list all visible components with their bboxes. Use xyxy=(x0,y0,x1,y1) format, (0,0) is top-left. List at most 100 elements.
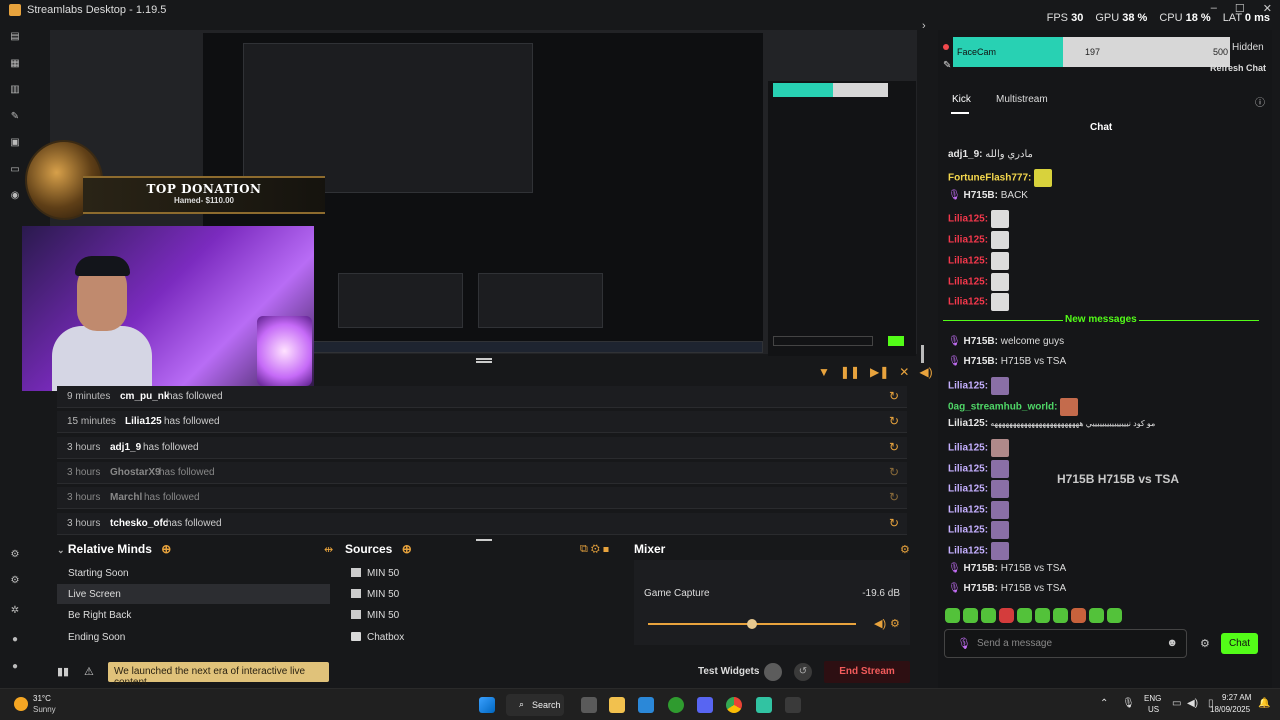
account-icon[interactable]: ● xyxy=(9,635,21,645)
collapse-right-panel-icon[interactable]: › xyxy=(922,20,926,32)
emote-icon[interactable] xyxy=(1053,608,1068,623)
tab-multistream[interactable]: Multistream xyxy=(996,94,1048,105)
region-label[interactable]: US xyxy=(1148,705,1159,714)
emote-icon[interactable] xyxy=(999,608,1014,623)
split-dock-icon[interactable]: ⇹ xyxy=(324,543,333,556)
chat-username[interactable]: H715B: xyxy=(963,356,997,367)
start-icon[interactable] xyxy=(479,697,495,713)
source-item[interactable]: Chatbox xyxy=(345,627,622,647)
channel-settings-icon[interactable]: ⚙ xyxy=(890,617,900,630)
add-scene-icon[interactable]: ⊕ xyxy=(161,542,171,556)
chat-username[interactable]: Lilia125: xyxy=(948,297,988,308)
mixer-settings-icon[interactable]: ⚙ xyxy=(900,543,910,556)
source-item[interactable]: MIN 50 xyxy=(345,563,622,583)
weather-temp[interactable]: 31°C xyxy=(33,694,51,703)
edge-icon[interactable] xyxy=(638,697,654,713)
plugin-icon[interactable]: ⚙ xyxy=(9,576,21,586)
speaker-icon[interactable]: ◀) xyxy=(1187,698,1198,709)
volume-slider-handle[interactable] xyxy=(747,619,757,629)
send-chat-button[interactable]: Chat xyxy=(1221,633,1258,654)
record-button[interactable] xyxy=(764,663,782,681)
xbox-icon[interactable] xyxy=(668,697,684,713)
hidden-toggle[interactable]: Hidden xyxy=(1232,42,1264,53)
repeat-alert-icon[interactable]: ↻ xyxy=(889,516,899,530)
chat-username[interactable]: Lilia125: xyxy=(948,277,988,288)
event-username[interactable]: Lilia125 xyxy=(125,416,162,427)
tray-mic-icon[interactable]: 🎙 xyxy=(1122,698,1135,709)
dashboard-icon[interactable]: ▦ xyxy=(9,59,21,69)
layout-icon[interactable]: ▥ xyxy=(9,85,21,95)
chat-username[interactable]: Lilia125: xyxy=(948,546,988,557)
network-icon[interactable]: ▭ xyxy=(1172,698,1181,709)
streamlabs-icon[interactable] xyxy=(756,697,772,713)
tray-chevron-icon[interactable]: ⌃ xyxy=(1100,698,1108,709)
chat-username[interactable]: Lilia125: xyxy=(948,381,988,392)
editor-icon[interactable]: ▤ xyxy=(9,32,21,42)
tab-kick[interactable]: Kick xyxy=(952,94,971,105)
settings-plugin-icon[interactable]: ⚙ xyxy=(9,550,21,560)
preview-resize-handle[interactable] xyxy=(476,358,492,360)
scene-collection-title[interactable]: Relative Minds xyxy=(68,542,152,556)
source-item[interactable]: MIN 50 xyxy=(345,605,622,625)
events-resize-handle[interactable] xyxy=(476,361,492,363)
chat-username[interactable]: H715B: xyxy=(963,190,997,201)
volume-icon[interactable]: ◀) xyxy=(919,365,932,379)
repeat-alert-icon[interactable]: ↻ xyxy=(889,490,899,504)
mixer-layout-icon[interactable]: ⧉ ⚙ ◼ xyxy=(580,543,609,556)
chat-username[interactable]: Lilia125: xyxy=(948,256,988,267)
weather-sun-icon[interactable] xyxy=(14,697,28,711)
language-label[interactable]: ENG xyxy=(1144,694,1161,703)
chat-username[interactable]: H715B: xyxy=(963,563,997,574)
chat-settings-icon[interactable]: ⚙ xyxy=(1200,637,1210,650)
apps-icon[interactable]: ▭ xyxy=(9,165,21,175)
pause-icon[interactable]: ❚❚ xyxy=(840,365,860,379)
settings-icon[interactable]: ✲ xyxy=(9,606,21,616)
store-icon[interactable]: ▣ xyxy=(9,138,21,148)
emote-icon[interactable] xyxy=(945,608,960,623)
user-icon[interactable]: ● xyxy=(9,662,21,672)
discord-icon[interactable] xyxy=(697,697,713,713)
weather-condition[interactable]: Sunny xyxy=(33,705,56,714)
event-username[interactable]: GhostarX9 xyxy=(110,467,161,478)
repeat-alert-icon[interactable]: ↻ xyxy=(889,465,899,479)
add-source-icon[interactable]: ⊕ xyxy=(402,542,412,556)
clock-time[interactable]: 9:27 AM xyxy=(1222,693,1251,702)
skip-icon[interactable]: ▶❚ xyxy=(870,365,889,379)
emote-icon[interactable] xyxy=(1107,608,1122,623)
file-explorer-icon[interactable] xyxy=(609,697,625,713)
repeat-alert-icon[interactable]: ↻ xyxy=(889,440,899,454)
themes-icon[interactable]: ✎ xyxy=(9,112,21,122)
chat-resize-handle[interactable] xyxy=(921,345,924,363)
chat-username[interactable]: Lilia125: xyxy=(948,214,988,225)
repeat-alert-icon[interactable]: ↻ xyxy=(889,389,899,403)
scene-item[interactable]: Be Right Back xyxy=(57,605,330,625)
task-view-icon[interactable] xyxy=(581,697,597,713)
source-item[interactable]: MIN 50 xyxy=(345,584,622,604)
chat-username[interactable]: Lilia125: xyxy=(948,505,988,516)
chat-input[interactable]: 🎙 Send a message ☻ xyxy=(944,629,1187,658)
record-icon[interactable]: ◉ xyxy=(9,191,21,201)
event-username[interactable]: tchesko_ofc xyxy=(110,518,168,529)
taskbar-search[interactable]: ⌕ Search xyxy=(506,694,564,716)
chat-username[interactable]: 0ag_streamhub_world: xyxy=(948,402,1057,413)
info-icon[interactable]: ⓘ xyxy=(1255,94,1265,109)
chat-username[interactable]: Lilia125: xyxy=(948,464,988,475)
event-username[interactable]: cm_pu_nk xyxy=(120,391,169,402)
repeat-alert-icon[interactable]: ↻ xyxy=(889,414,899,428)
chat-username[interactable]: FortuneFlash777: xyxy=(948,173,1031,184)
chat-username[interactable]: Lilia125: xyxy=(948,443,988,454)
emote-icon[interactable] xyxy=(963,608,978,623)
clock-date[interactable]: 18/09/2025 xyxy=(1210,705,1250,714)
emote-icon[interactable] xyxy=(1017,608,1032,623)
chat-username[interactable]: H715B: xyxy=(963,583,997,594)
refresh-chat-button[interactable]: Refresh Chat xyxy=(1210,63,1266,73)
emote-icon[interactable] xyxy=(1071,608,1086,623)
chrome-icon[interactable] xyxy=(726,697,742,713)
scene-item[interactable]: Starting Soon xyxy=(57,563,330,583)
scene-item[interactable]: Ending Soon xyxy=(57,627,330,647)
emoji-icon[interactable]: ☻ xyxy=(1166,637,1178,649)
replay-button[interactable]: ↺ xyxy=(794,663,812,681)
end-stream-button[interactable]: End Stream xyxy=(824,661,910,683)
app-icon[interactable] xyxy=(785,697,801,713)
filter-icon[interactable]: ▼ xyxy=(818,365,830,379)
